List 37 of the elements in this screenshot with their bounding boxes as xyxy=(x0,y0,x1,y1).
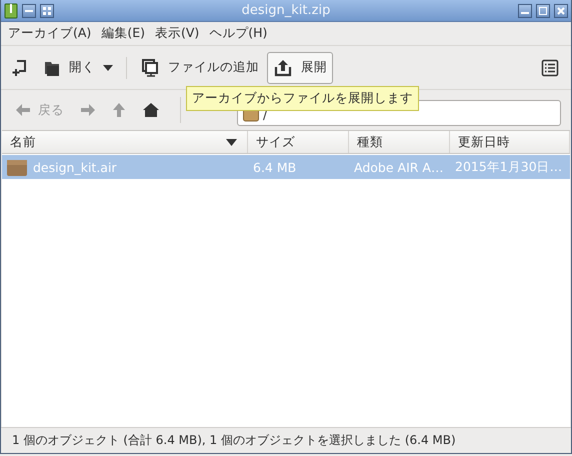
menu-item[interactable]: アーカイブ(A) xyxy=(3,25,96,42)
column-header[interactable]: 名前 xyxy=(2,131,248,153)
menu-item[interactable]: 表示(V) xyxy=(150,25,204,42)
package-icon xyxy=(6,157,28,177)
column-header[interactable]: 種類 xyxy=(349,131,450,153)
add-files-icon xyxy=(140,58,160,78)
close-button[interactable] xyxy=(554,4,568,18)
menu-item[interactable]: ヘルプ(H) xyxy=(204,25,272,42)
forward-arrow-icon xyxy=(80,103,96,117)
menu-icon[interactable] xyxy=(541,58,559,76)
menu-item[interactable]: 編集(E) xyxy=(96,25,150,42)
extract-icon xyxy=(273,58,293,78)
toolbar-button[interactable]: 展開 xyxy=(267,52,333,84)
grid-icon xyxy=(43,6,51,14)
tooltip: アーカイブからファイルを展開します xyxy=(186,86,419,111)
table-cell: 2015年1月30日… xyxy=(455,158,562,176)
column-header[interactable]: サイズ xyxy=(248,131,349,153)
table-cell: 6.4 MB xyxy=(253,160,296,174)
home-icon xyxy=(142,102,160,118)
status-text: 1 個のオブジェクト (合計 6.4 MB), 1 個のオブジェクトを選択しました (6.4 MB) xyxy=(12,432,456,449)
back-arrow-icon xyxy=(15,103,31,117)
table-cell: design_kit.air xyxy=(33,160,117,174)
new-archive-icon xyxy=(11,58,29,76)
shade-button[interactable] xyxy=(22,4,36,18)
sticky-button[interactable] xyxy=(40,4,54,18)
column-header[interactable]: 更新日時 xyxy=(450,131,570,153)
toolbar-button[interactable]: 開く xyxy=(37,52,119,84)
maximize-button[interactable] xyxy=(536,4,550,18)
window-title: design_kit.zip xyxy=(240,3,332,18)
minimize-icon xyxy=(521,12,529,14)
toolbar-button[interactable]: ファイルの追加 xyxy=(134,52,265,84)
maximize-icon xyxy=(539,6,547,14)
minimize-button[interactable] xyxy=(518,4,532,18)
close-icon xyxy=(557,6,565,14)
table-cell: Adobe AIR A… xyxy=(354,160,444,174)
up-arrow-icon xyxy=(112,102,126,118)
archive-app-icon xyxy=(4,2,18,18)
